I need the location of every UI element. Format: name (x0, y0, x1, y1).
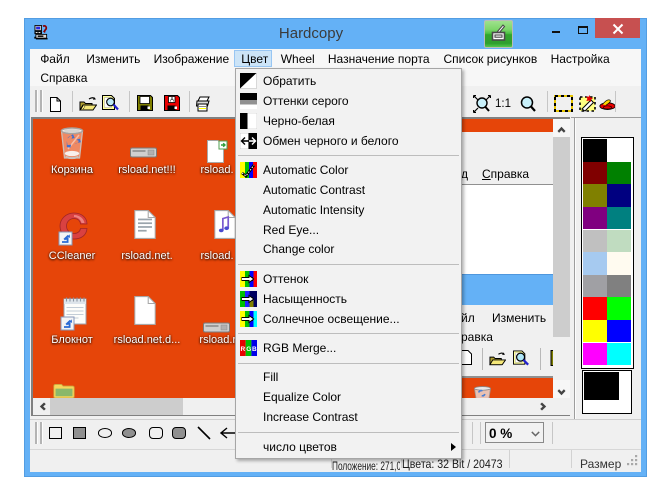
svg-text:A: A (170, 98, 174, 104)
svg-text:G: G (246, 346, 251, 353)
svg-text:B: B (252, 346, 257, 353)
svg-text:R: R (241, 346, 246, 353)
